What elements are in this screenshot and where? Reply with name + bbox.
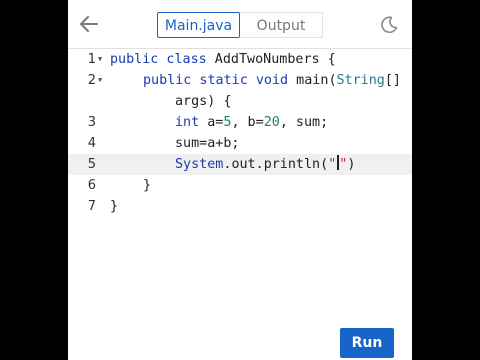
code-editor-app: Main.java Output 1 ▼ public class AddTwo… [68,0,412,360]
code-line-active[interactable]: 5 System.out.println(" ") [68,154,412,175]
keyword-token: int [175,115,200,130]
line-number: 5 [87,157,96,172]
code-line[interactable]: 4 sum=a+b; [68,133,412,154]
code-line[interactable]: 6 } [68,175,412,196]
code-text: public static void main(String[] [143,70,401,91]
line-number: 4 [87,136,96,151]
code-token: a= [199,115,224,130]
code-text: sum=a+b; [175,136,240,151]
code-text: public class AddTwoNumbers { [110,49,336,70]
type-token: String [336,73,385,88]
method-token: println [263,157,321,172]
file-tabs: Main.java Output [157,12,323,40]
code-token: , b= [231,115,264,130]
string-quote-token: " [328,157,337,172]
run-button[interactable]: Run [340,328,394,358]
code-editor[interactable]: 1 ▼ public class AddTwoNumbers { 2 ▼ pub… [68,49,412,360]
editor-header: Main.java Output [68,0,412,49]
paren-token: ( [328,73,337,88]
tab-main-java[interactable]: Main.java [157,12,240,38]
code-text: } [143,178,152,193]
code-line-wrap[interactable]: args) { [68,91,412,112]
code-line[interactable]: 3 int a=5, b=20, sum; [68,112,412,133]
fold-arrow-icon[interactable]: ▼ [98,70,102,91]
tab-output[interactable]: Output [240,12,323,38]
field-token: out [231,157,256,172]
theme-toggle-button[interactable] [379,15,399,35]
code-text: } [110,199,119,214]
bracket-token: [] [384,73,401,88]
line-number: 6 [87,178,96,193]
keyword-token: public static void [143,73,289,88]
class-name-token: AddTwoNumbers { [206,52,336,67]
line-number: 3 [87,115,96,130]
code-text: args) { [175,94,232,109]
arrow-left-icon [80,16,98,32]
code-line[interactable]: 7 } [68,196,412,217]
code-text: int a=5, b=20, sum; [175,112,328,133]
fold-arrow-icon[interactable]: ▼ [98,49,102,70]
code-token: , sum; [279,115,329,130]
line-number: 7 [87,199,96,214]
line-number: 1 [87,52,96,67]
method-name-token: main [288,73,329,88]
moon-icon [381,16,398,34]
back-button[interactable] [78,13,100,35]
code-line[interactable]: 1 ▼ public class AddTwoNumbers { [68,49,412,70]
dot-token: . [255,157,264,172]
paren-token: ) [347,157,356,172]
line-number: 2 [87,73,96,88]
number-token: 20 [263,115,280,130]
code-line[interactable]: 2 ▼ public static void main(String[] [68,70,412,91]
keyword-token: public class [110,52,207,67]
paren-token: ( [320,157,329,172]
code-text: System.out.println(" ") [175,154,355,175]
class-token: System [175,157,224,172]
